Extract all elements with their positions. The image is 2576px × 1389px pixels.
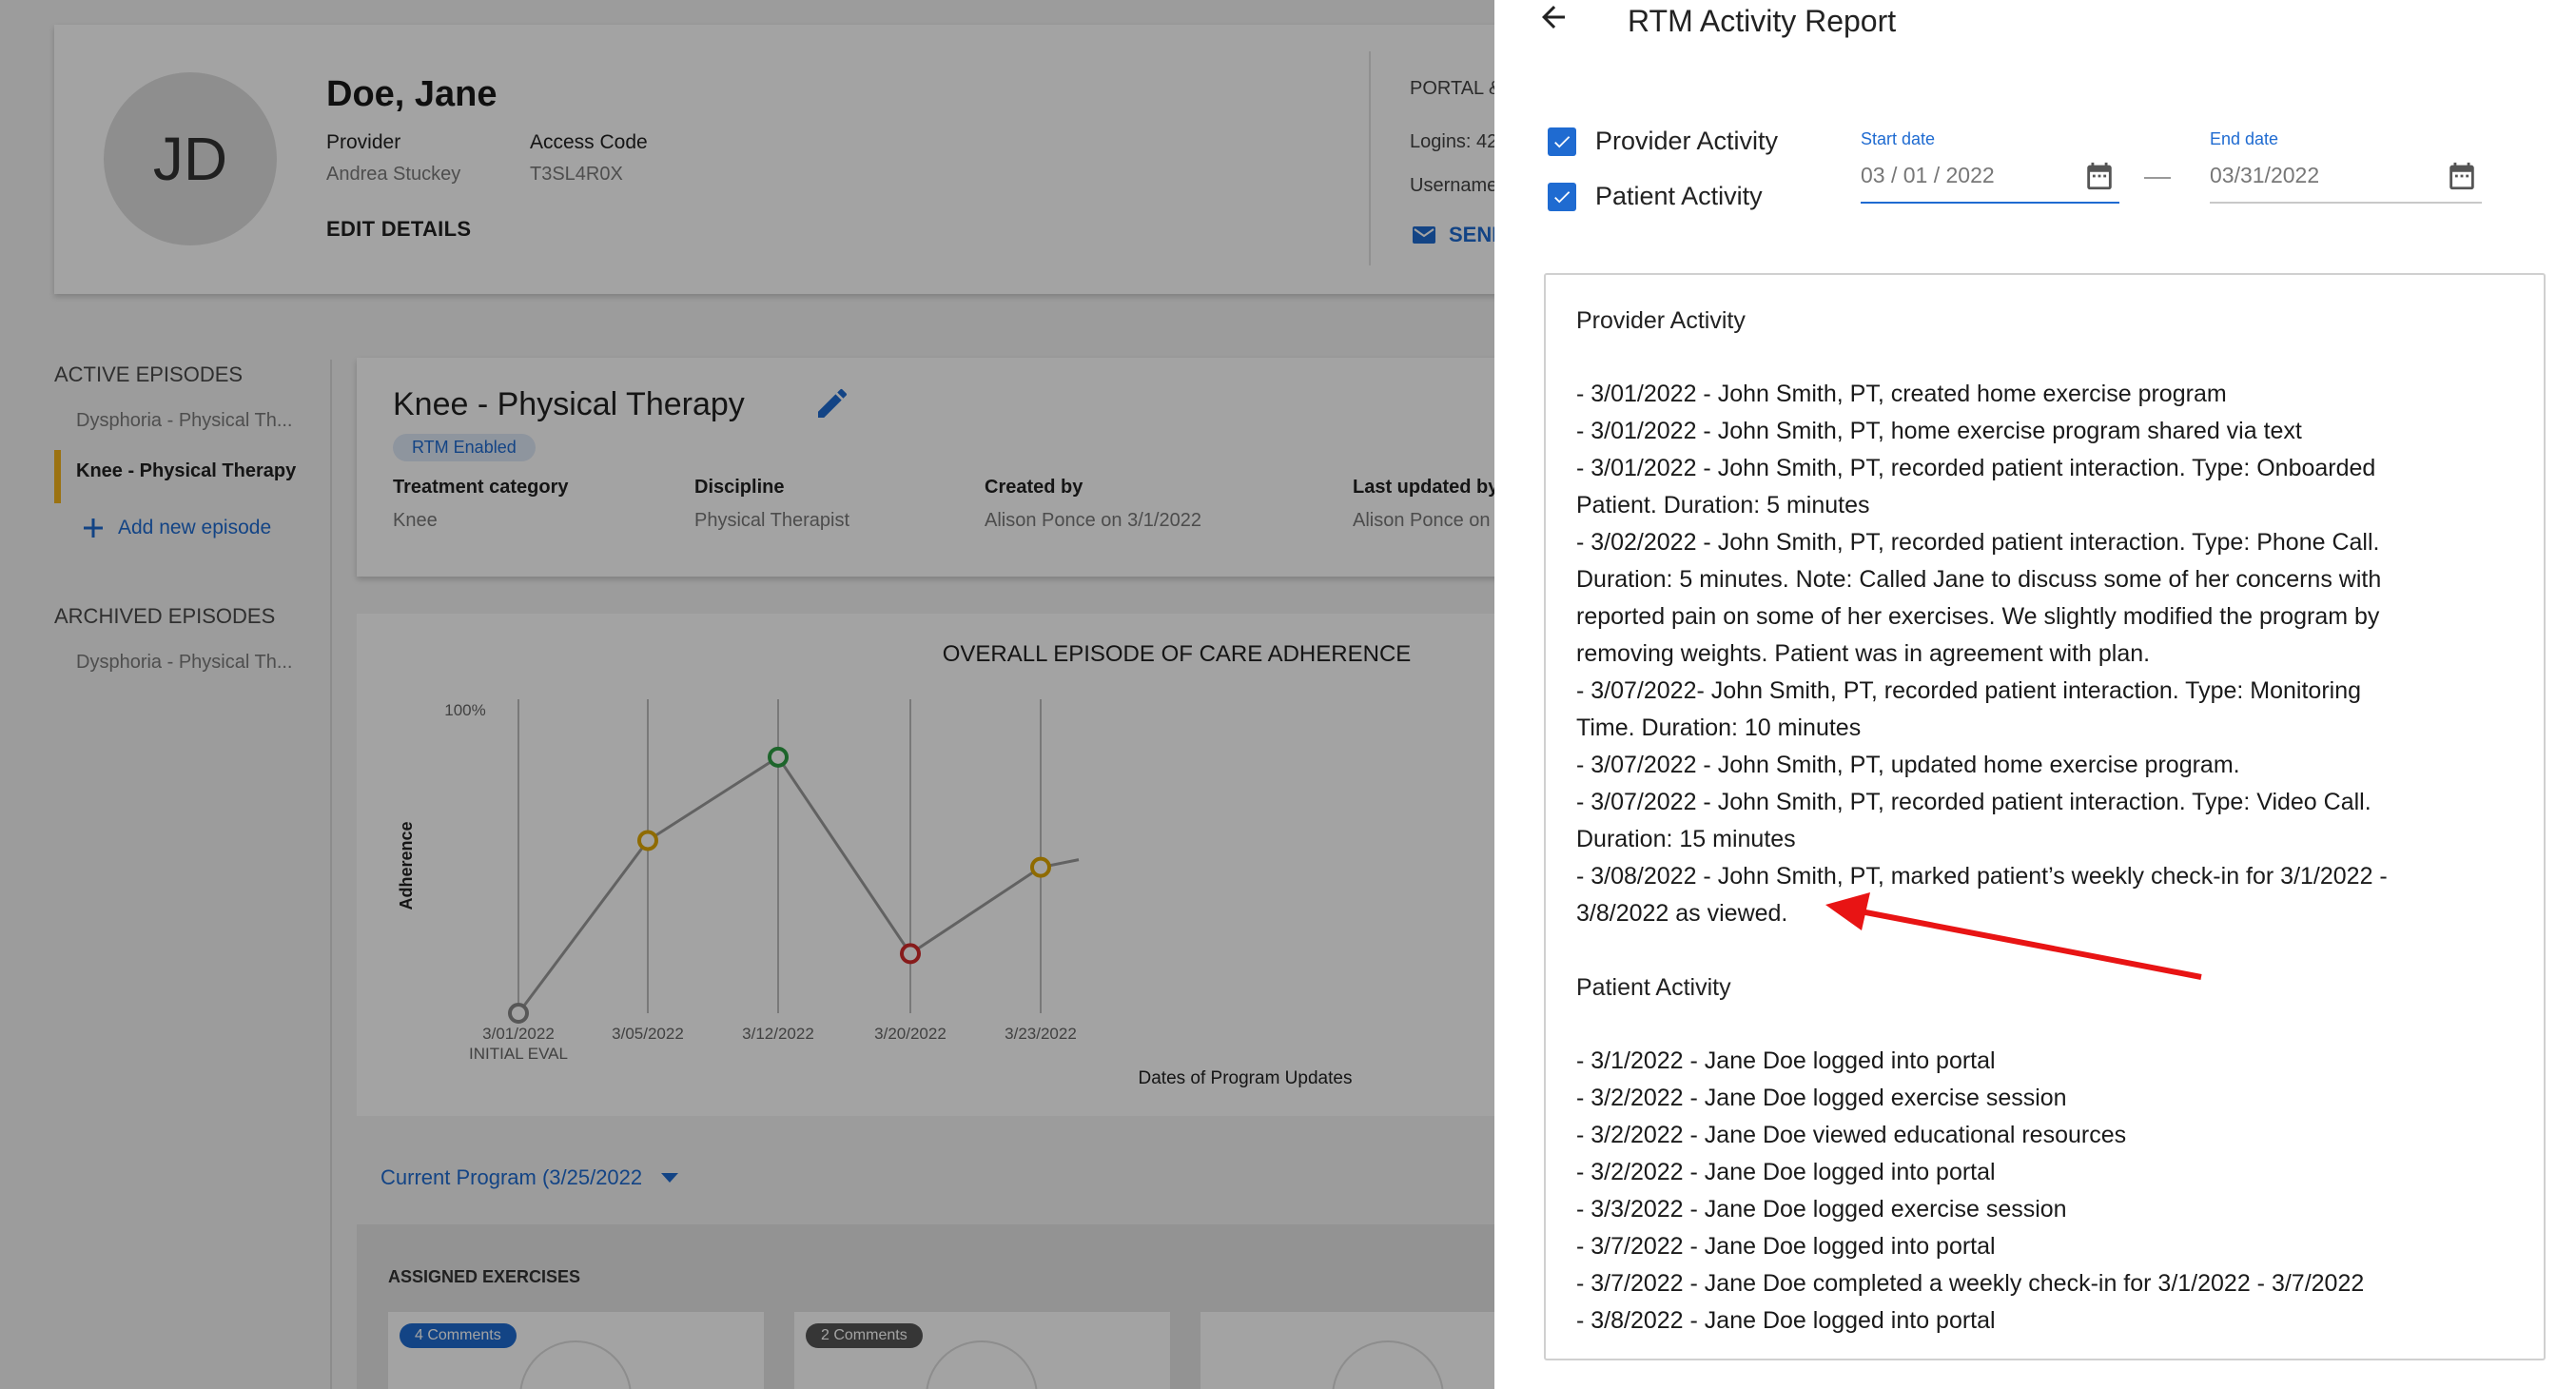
report-line: - 3/01/2022 - John Smith, PT, home exerc… xyxy=(1576,418,2302,444)
report-line: - 3/02/2022 - John Smith, PT, recorded p… xyxy=(1576,529,2380,556)
report-line: - 3/2/2022 - Jane Doe logged exercise se… xyxy=(1576,1085,2067,1111)
calendar-icon[interactable] xyxy=(2446,160,2478,192)
provider-activity-list: - 3/01/2022 - John Smith, PT, created ho… xyxy=(1576,376,2513,932)
report-line: - 3/07/2022- John Smith, PT, recorded pa… xyxy=(1576,677,2361,704)
patient-activity-label: Patient Activity xyxy=(1595,182,1763,210)
report-line: removing weights. Patient was in agreeme… xyxy=(1576,640,2151,667)
report-line: reported pain on some of her exercises. … xyxy=(1576,603,2380,630)
back-arrow-icon[interactable] xyxy=(1536,0,1571,34)
rtm-report-panel: RTM Activity Report Provider Activity Pa… xyxy=(1494,0,2576,1389)
end-date-label: End date xyxy=(2210,129,2279,148)
report-line: 3/8/2022 as viewed. xyxy=(1576,900,1788,927)
report-line: - 3/07/2022 - John Smith, PT, updated ho… xyxy=(1576,752,2240,778)
report-line: - 3/1/2022 - Jane Doe logged into portal xyxy=(1576,1047,1996,1074)
report-line: - 3/7/2022 - Jane Doe logged into portal xyxy=(1576,1233,1996,1260)
date-range-separator xyxy=(2144,177,2171,179)
report-line: - 3/2/2022 - Jane Doe viewed educational… xyxy=(1576,1122,2127,1148)
report-line: - 3/07/2022 - John Smith, PT, recorded p… xyxy=(1576,789,2371,815)
report-line: - 3/3/2022 - Jane Doe logged exercise se… xyxy=(1576,1196,2067,1223)
report-line: - 3/08/2022 - John Smith, PT, marked pat… xyxy=(1576,863,2388,890)
panel-title: RTM Activity Report xyxy=(1628,4,1897,38)
end-date-field[interactable]: End date 03/31/2022 xyxy=(2210,129,2482,204)
end-date-value: 03/31/2022 xyxy=(2210,163,2320,187)
report-line: - 3/8/2022 - Jane Doe logged into portal xyxy=(1576,1307,1996,1334)
report-line: - 3/2/2022 - Jane Doe logged into portal xyxy=(1576,1159,1996,1185)
patient-activity-heading: Patient Activity xyxy=(1576,974,1731,1001)
checkbox-checked-icon xyxy=(1548,127,1576,156)
report-line: Patient. Duration: 5 minutes xyxy=(1576,492,1870,518)
report-line: - 3/01/2022 - John Smith, PT, created ho… xyxy=(1576,381,2227,407)
start-date-label: Start date xyxy=(1861,129,1936,148)
checkbox-checked-icon xyxy=(1548,182,1576,211)
patient-activity-checkbox[interactable]: Patient Activity xyxy=(1548,182,1763,211)
provider-activity-heading: Provider Activity xyxy=(1576,307,1746,334)
report-line: Duration: 5 minutes. Note: Called Jane t… xyxy=(1576,566,2382,593)
start-date-field[interactable]: Start date 03 / 01 / 2022 xyxy=(1861,129,2119,204)
calendar-icon[interactable] xyxy=(2083,160,2116,192)
activity-report: Provider Activity - 3/01/2022 - John Smi… xyxy=(1544,273,2546,1360)
provider-activity-checkbox[interactable]: Provider Activity xyxy=(1548,127,1778,156)
report-line: Time. Duration: 10 minutes xyxy=(1576,714,1862,741)
patient-activity-list: - 3/1/2022 - Jane Doe logged into portal… xyxy=(1576,1043,2513,1340)
report-line: - 3/7/2022 - Jane Doe completed a weekly… xyxy=(1576,1270,2365,1297)
report-line: Duration: 15 minutes xyxy=(1576,826,1796,852)
provider-activity-label: Provider Activity xyxy=(1595,127,1779,155)
start-date-value: 03 / 01 / 2022 xyxy=(1861,163,1995,187)
report-line: - 3/01/2022 - John Smith, PT, recorded p… xyxy=(1576,455,2376,481)
modal-backdrop[interactable] xyxy=(0,0,1494,1389)
